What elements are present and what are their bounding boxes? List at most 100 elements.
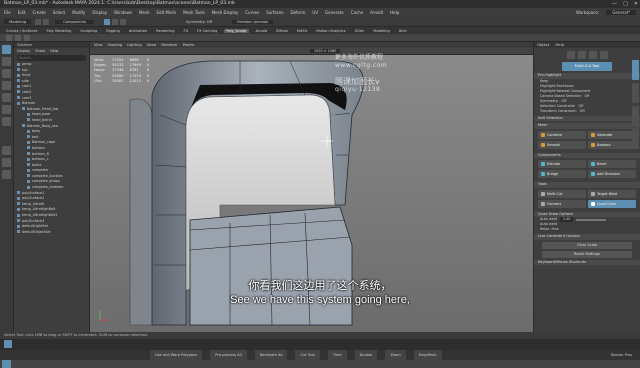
bottom-bar-item[interactable]: EasyMesh: [413, 350, 442, 360]
active-tool-name[interactable]: Multi-Cut Tool: [562, 62, 612, 71]
vp-menu-panels[interactable]: Panels: [183, 43, 195, 47]
layout-four-icon[interactable]: [2, 158, 11, 167]
select-tool-icon[interactable]: [2, 45, 11, 54]
outliner-menu-display[interactable]: Display: [17, 49, 30, 53]
shelf-icon[interactable]: [24, 34, 30, 41]
auto-weld-slider[interactable]: [576, 218, 607, 221]
menu-file[interactable]: File: [4, 10, 11, 15]
menu-edit-mesh[interactable]: Edit Mesh: [157, 10, 177, 15]
paint-select-icon[interactable]: [2, 69, 11, 78]
workspace-dropdown[interactable]: General*: [606, 10, 636, 15]
tab-modeling-toolkit[interactable]: [632, 60, 639, 80]
outliner-search-input[interactable]: Search...: [17, 55, 86, 61]
layout-single-icon[interactable]: [2, 146, 11, 155]
vp-menu-view[interactable]: View: [94, 43, 103, 47]
combine-button[interactable]: Combine: [538, 130, 586, 139]
tab-channel-box[interactable]: [632, 106, 639, 126]
relax-row[interactable]: Relax: Free: [534, 227, 640, 232]
bridge-button[interactable]: Bridge: [538, 170, 586, 178]
menu-cache[interactable]: Cache: [351, 10, 363, 15]
tab-sculpting[interactable]: Sculpting: [78, 29, 99, 33]
resolution-gate[interactable]: 1920 × 1080: [310, 49, 341, 53]
tab-animation[interactable]: Animation: [127, 29, 149, 33]
separate-button[interactable]: Separate: [588, 130, 636, 139]
tab-motion-graphics[interactable]: Motion Graphics: [314, 29, 347, 33]
move-tool-icon[interactable]: [2, 81, 11, 90]
object-mode-icon[interactable]: [566, 51, 575, 59]
menu-modify[interactable]: Modify: [72, 10, 85, 15]
reset-settings-button[interactable]: Reset Settings: [542, 250, 632, 258]
menu-select[interactable]: Select: [53, 10, 65, 15]
edge-mode-icon[interactable]: [588, 51, 597, 59]
menu-curves[interactable]: Curves: [245, 10, 259, 15]
bottom-bar-item[interactable]: Use and Warp Polygons: [150, 350, 203, 360]
tab-poly-modeling[interactable]: Poly Modeling: [45, 29, 74, 33]
shelf-icon[interactable]: [15, 34, 21, 41]
camera-selection-value[interactable]: Off: [585, 94, 590, 99]
open-scene-icon[interactable]: [35, 18, 42, 25]
select-mode-icon[interactable]: [104, 18, 111, 25]
bottom-bar-item[interactable]: Double: [354, 350, 378, 360]
tab-fx[interactable]: FX: [182, 29, 191, 33]
last-tool-icon[interactable]: [2, 117, 11, 126]
outliner-menu-show[interactable]: Show: [35, 49, 45, 53]
tab-tool-settings[interactable]: [632, 129, 639, 149]
snap-curve-icon[interactable]: [120, 18, 127, 25]
snap-grid-icon[interactable]: [112, 18, 119, 25]
tab-ahin[interactable]: Ahin: [397, 29, 409, 33]
tab-bifrost[interactable]: Bifrost: [274, 29, 290, 33]
menu-generate[interactable]: Generate: [325, 10, 344, 15]
layout-outliner-icon[interactable]: [2, 170, 11, 179]
bottom-bar-item[interactable]: Cut Tool: [295, 350, 320, 360]
auto-weld-field[interactable]: 2.00: [559, 217, 574, 222]
scale-tool-icon[interactable]: [2, 105, 11, 114]
menu-arnold[interactable]: Arnold: [370, 10, 383, 15]
bevel-button[interactable]: Bevel: [588, 160, 636, 168]
menu-surfaces[interactable]: Surfaces: [266, 10, 283, 15]
tab-poly-sculpt[interactable]: Poly_Sculpt: [224, 28, 249, 33]
tab-arnold[interactable]: Arnold: [254, 29, 270, 33]
boolean-button[interactable]: Boolean: [588, 140, 636, 149]
save-scene-icon[interactable]: [43, 18, 50, 25]
rotate-tool-icon[interactable]: [2, 93, 11, 102]
outliner-menu-help[interactable]: Help: [50, 49, 58, 53]
vp-menu-shading[interactable]: Shading: [108, 43, 123, 47]
multi-cut-button[interactable]: Multi-Cut: [538, 189, 586, 198]
outliner-item[interactable]: defaultObjectSet: [14, 230, 89, 236]
keyboard-shortcuts-section[interactable]: Keyboard/Mouse Shortcuts: [534, 259, 640, 265]
tab-rendering[interactable]: Rendering: [154, 29, 176, 33]
live-constraint-section[interactable]: Live Constraint Options: [534, 234, 640, 240]
clear-scale-button[interactable]: Clear Scale: [542, 241, 632, 249]
menu-create[interactable]: Create: [32, 10, 45, 15]
menu-mesh-display[interactable]: Mesh Display: [212, 10, 239, 15]
toolkit-menu-object[interactable]: Object: [537, 42, 549, 48]
tab-fx-caching[interactable]: FX Caching: [195, 29, 219, 33]
script-editor-icon[interactable]: [2, 359, 11, 368]
face-mode-icon[interactable]: [599, 51, 608, 59]
toolkit-menu-help[interactable]: Help: [555, 42, 564, 48]
add-divisions-button[interactable]: Add Divisions: [588, 170, 636, 178]
menu-uv[interactable]: UV: [312, 10, 318, 15]
menu-windows[interactable]: Windows: [114, 10, 132, 15]
lasso-tool-icon[interactable]: [2, 57, 11, 66]
menu-edit[interactable]: Edit: [18, 10, 26, 15]
soft-selection-section[interactable]: Soft Selection: [534, 115, 640, 121]
camera-dropdown[interactable]: Freedom Joumala: [232, 19, 274, 24]
close-button[interactable]: ✕: [634, 0, 638, 8]
tab-modeling[interactable]: Modeling: [371, 29, 391, 33]
bottom-bar-item[interactable]: Decimate All: [254, 350, 288, 360]
vp-menu-show[interactable]: Show: [147, 43, 157, 47]
component-search[interactable]: Components: [55, 19, 95, 24]
quad-draw-button[interactable]: Quad Draw: [588, 199, 636, 208]
menu-display[interactable]: Display: [92, 10, 107, 15]
vp-menu-renderer[interactable]: Renderer: [161, 43, 177, 47]
mel-script-icon[interactable]: [4, 340, 12, 348]
menu-mesh-tools[interactable]: Mesh Tools: [183, 10, 205, 15]
bottom-bar-item[interactable]: Pre-process All: [210, 350, 247, 360]
menu-help[interactable]: Help: [390, 10, 399, 15]
bottom-bar-item[interactable]: Zoom: [385, 350, 406, 360]
menu-deform[interactable]: Deform: [290, 10, 305, 15]
vp-menu-lighting[interactable]: Lighting: [127, 43, 142, 47]
transform-constraint-value[interactable]: Off: [580, 109, 585, 114]
extrude-button[interactable]: Extrude: [538, 160, 586, 168]
